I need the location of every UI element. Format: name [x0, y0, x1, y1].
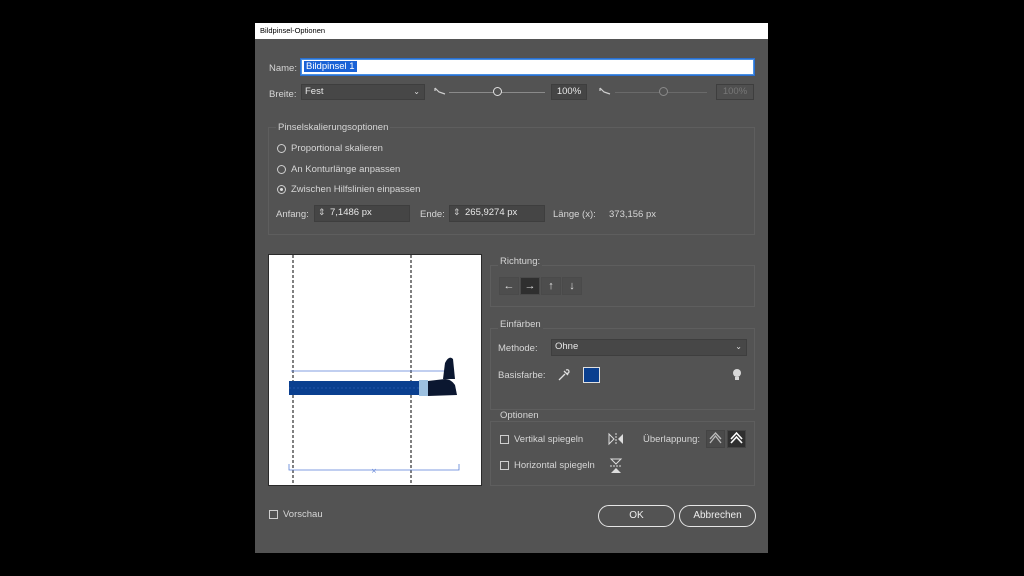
width-select[interactable]: Fest ⌄ [301, 84, 425, 100]
flip-vertical-icon [608, 432, 623, 446]
chevron-down-icon: ⌄ [735, 342, 742, 351]
direction-down-button[interactable]: ↓ [562, 277, 582, 295]
stepper-icon[interactable]: ⇕ [318, 206, 326, 219]
flip-horizontal-label: Horizontal spiegeln [514, 460, 595, 471]
overlap-adjust-button[interactable] [706, 430, 725, 448]
radio-fit-guides-label: Zwischen Hilfslinien einpassen [291, 184, 421, 195]
base-color-swatch[interactable] [583, 367, 600, 383]
flip-vertical-checkbox[interactable] [500, 435, 509, 444]
options-title: Optionen [498, 410, 541, 421]
width-slider2-thumb [659, 87, 668, 96]
method-select-value: Ohne [555, 341, 579, 352]
overlap-label: Überlappung: [643, 434, 701, 445]
end-label: Ende: [420, 209, 445, 220]
direction-title: Richtung: [498, 256, 543, 267]
colorize-title: Einfärben [498, 319, 543, 330]
radio-proportional[interactable] [277, 144, 286, 153]
chevron-down-icon: ⌄ [413, 87, 420, 96]
overlap-adjust-icon [709, 432, 722, 444]
brush-cuff [419, 380, 428, 396]
width-pressure-icon[interactable] [433, 86, 447, 98]
radio-fit-stroke-label: An Konturlänge anpassen [291, 164, 401, 175]
width-variation-icon [599, 87, 611, 95]
scaling-group-title: Pinselskalierungsoptionen [276, 122, 391, 133]
ok-button[interactable]: OK [598, 505, 675, 527]
radio-proportional-label: Proportional skalieren [291, 143, 383, 154]
width-select-value: Fest [305, 86, 324, 97]
length-value: 373,156 px [609, 209, 657, 220]
flip-horizontal-icon [609, 458, 623, 473]
method-label: Methode: [498, 343, 538, 354]
start-label: Anfang: [276, 209, 309, 220]
eyedropper-icon[interactable] [556, 368, 570, 382]
dialog-title: Bildpinsel-Optionen [255, 23, 768, 39]
preview-checkbox[interactable] [269, 510, 278, 519]
width-value-field[interactable]: 100% [551, 84, 587, 100]
direction-up-button[interactable]: ↑ [541, 277, 561, 295]
length-label: Länge (x): [553, 209, 596, 220]
stepper-icon[interactable]: ⇕ [453, 206, 461, 219]
base-color-label: Basisfarbe: [498, 370, 546, 381]
name-input[interactable]: Bildpinsel 1 [301, 59, 754, 75]
brush-options-dialog: Bildpinsel-Optionen Name: Bildpinsel 1 B… [255, 23, 768, 553]
overlap-none-icon [730, 431, 743, 444]
brush-preview-art: × [288, 255, 460, 485]
method-select[interactable]: Ohne ⌄ [551, 339, 747, 356]
width-value2-field: 100% [716, 84, 754, 100]
flip-horizontal-checkbox[interactable] [500, 461, 509, 470]
flip-vertical-label: Vertikal spiegeln [514, 434, 584, 445]
width-slider-thumb[interactable] [493, 87, 502, 96]
start-input[interactable]: ⇕ 7,1486 px [314, 205, 410, 222]
brush-foot [428, 379, 457, 396]
end-input-value: 265,9274 px [465, 207, 518, 218]
direction-left-button[interactable]: ← [499, 277, 519, 295]
name-label: Name: [269, 63, 297, 74]
preview-label: Vorschau [283, 509, 323, 520]
tips-lightbulb-icon[interactable] [732, 368, 742, 382]
start-input-value: 7,1486 px [330, 207, 372, 218]
width-label: Breite: [269, 89, 297, 100]
end-input[interactable]: ⇕ 265,9274 px [449, 205, 545, 222]
radio-fit-guides[interactable] [277, 185, 286, 194]
overlap-none-button[interactable] [727, 430, 746, 448]
radio-fit-stroke[interactable] [277, 165, 286, 174]
svg-text:×: × [371, 467, 377, 475]
cancel-button[interactable]: Abbrechen [679, 505, 756, 527]
direction-right-button[interactable]: → [520, 277, 540, 295]
brush-preview: × [268, 254, 482, 486]
name-input-value: Bildpinsel 1 [304, 61, 357, 72]
